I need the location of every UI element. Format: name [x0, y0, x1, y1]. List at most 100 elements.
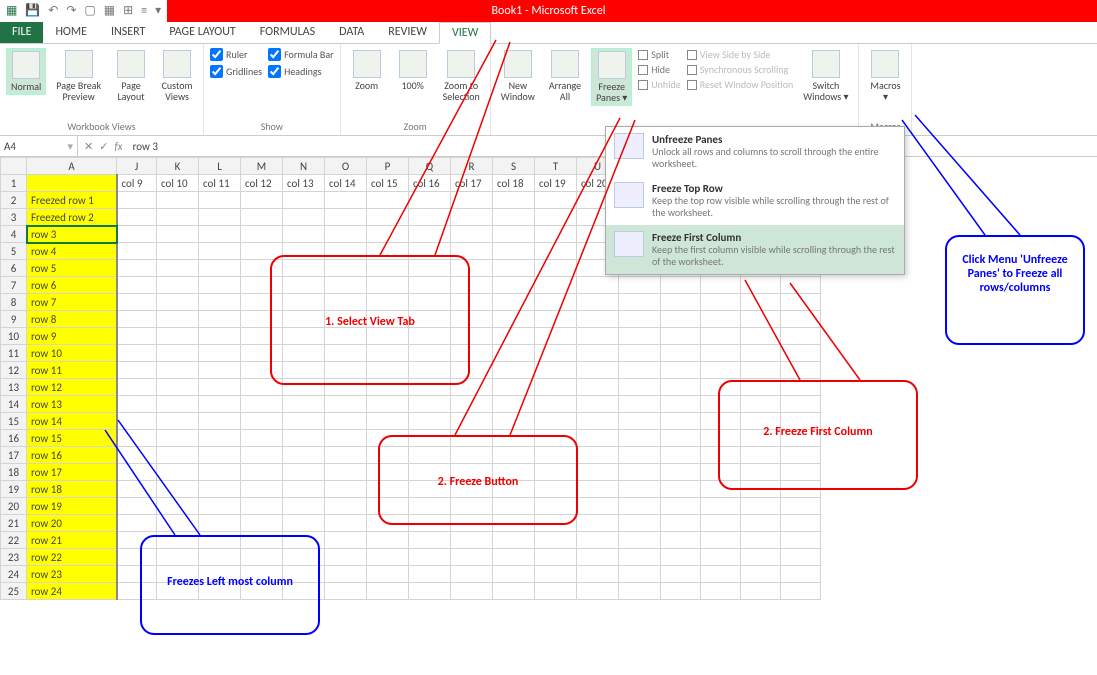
- cell[interactable]: row 11: [27, 362, 117, 379]
- cell[interactable]: [325, 209, 367, 226]
- cancel-icon[interactable]: ✕: [84, 140, 93, 153]
- cell[interactable]: [661, 277, 701, 294]
- page-layout-button[interactable]: Page Layout: [111, 48, 151, 104]
- cell[interactable]: [781, 311, 821, 328]
- normal-view-button[interactable]: Normal: [6, 48, 46, 95]
- cell[interactable]: [493, 583, 535, 600]
- cell[interactable]: [577, 294, 619, 311]
- cell[interactable]: [577, 566, 619, 583]
- cell[interactable]: [283, 498, 325, 515]
- cell[interactable]: [117, 294, 157, 311]
- cell[interactable]: [661, 430, 701, 447]
- row-header[interactable]: 21: [1, 515, 27, 532]
- cell[interactable]: [199, 226, 241, 243]
- formula-bar-checkbox[interactable]: Formula Bar: [268, 48, 334, 61]
- cell[interactable]: [325, 192, 367, 209]
- qat-icon[interactable]: ≡: [141, 0, 147, 22]
- cell[interactable]: [117, 277, 157, 294]
- row-header[interactable]: 8: [1, 294, 27, 311]
- cell[interactable]: [325, 481, 367, 498]
- cell[interactable]: [409, 396, 451, 413]
- cell[interactable]: [493, 192, 535, 209]
- cell[interactable]: [661, 311, 701, 328]
- row-header[interactable]: 24: [1, 566, 27, 583]
- menu-unfreeze-panes[interactable]: Unfreeze PanesUnlock all rows and column…: [606, 127, 904, 176]
- cell[interactable]: [619, 413, 661, 430]
- table-row[interactable]: 15row 14: [1, 413, 821, 430]
- cell[interactable]: [701, 583, 741, 600]
- cell[interactable]: [535, 277, 577, 294]
- cell[interactable]: [117, 362, 157, 379]
- cell[interactable]: [199, 430, 241, 447]
- row-header[interactable]: 2: [1, 192, 27, 209]
- split-button[interactable]: Split: [638, 48, 680, 61]
- cell[interactable]: [241, 192, 283, 209]
- column-header[interactable]: P: [367, 158, 409, 175]
- qat-icon[interactable]: ⊞: [123, 0, 133, 22]
- cell[interactable]: [283, 464, 325, 481]
- cell[interactable]: [741, 362, 781, 379]
- cell[interactable]: row 9: [27, 328, 117, 345]
- cell[interactable]: [325, 498, 367, 515]
- cell[interactable]: [451, 209, 493, 226]
- cell[interactable]: col 14: [325, 175, 367, 192]
- cell[interactable]: [493, 311, 535, 328]
- cell[interactable]: [493, 549, 535, 566]
- cell[interactable]: [241, 447, 283, 464]
- cell[interactable]: [367, 532, 409, 549]
- menu-freeze-top-row[interactable]: Freeze Top RowKeep the top row visible w…: [606, 176, 904, 225]
- cell[interactable]: [157, 379, 199, 396]
- cell[interactable]: [117, 481, 157, 498]
- cell[interactable]: [409, 549, 451, 566]
- cell[interactable]: [157, 243, 199, 260]
- table-row[interactable]: 14row 13: [1, 396, 821, 413]
- undo-icon[interactable]: ↶: [48, 0, 58, 22]
- cell[interactable]: [701, 566, 741, 583]
- cell[interactable]: [661, 481, 701, 498]
- row-header[interactable]: 19: [1, 481, 27, 498]
- cell[interactable]: [619, 328, 661, 345]
- cell[interactable]: row 6: [27, 277, 117, 294]
- cell[interactable]: col 13: [283, 175, 325, 192]
- cell[interactable]: [535, 566, 577, 583]
- cell[interactable]: col 19: [535, 175, 577, 192]
- cell[interactable]: [367, 583, 409, 600]
- cell[interactable]: [493, 532, 535, 549]
- cell[interactable]: [781, 532, 821, 549]
- cell[interactable]: [781, 294, 821, 311]
- cell[interactable]: [781, 583, 821, 600]
- zoom-100-button[interactable]: 100%: [393, 48, 433, 93]
- qat-icon[interactable]: ▦: [104, 0, 115, 22]
- cell[interactable]: row 3: [27, 226, 117, 243]
- column-header[interactable]: T: [535, 158, 577, 175]
- cell[interactable]: [117, 464, 157, 481]
- cell[interactable]: [199, 294, 241, 311]
- cell[interactable]: [741, 294, 781, 311]
- custom-views-button[interactable]: Custom Views: [157, 48, 197, 104]
- cell[interactable]: [661, 328, 701, 345]
- cell[interactable]: [157, 447, 199, 464]
- cell[interactable]: [661, 396, 701, 413]
- cell[interactable]: row 16: [27, 447, 117, 464]
- cell[interactable]: [157, 430, 199, 447]
- tab-insert[interactable]: INSERT: [99, 21, 157, 43]
- cell[interactable]: [661, 566, 701, 583]
- cell[interactable]: [451, 583, 493, 600]
- cell[interactable]: [325, 515, 367, 532]
- cell[interactable]: [199, 243, 241, 260]
- cell[interactable]: [493, 260, 535, 277]
- row-header[interactable]: 12: [1, 362, 27, 379]
- table-row[interactable]: 22row 21: [1, 532, 821, 549]
- cell[interactable]: [577, 532, 619, 549]
- cell[interactable]: [493, 294, 535, 311]
- cell[interactable]: [577, 277, 619, 294]
- cell[interactable]: row 23: [27, 566, 117, 583]
- cell[interactable]: [283, 396, 325, 413]
- cell[interactable]: [283, 447, 325, 464]
- cell[interactable]: [577, 328, 619, 345]
- cell[interactable]: [535, 379, 577, 396]
- row-header[interactable]: 5: [1, 243, 27, 260]
- cell[interactable]: [741, 549, 781, 566]
- cell[interactable]: [199, 481, 241, 498]
- cell[interactable]: [409, 566, 451, 583]
